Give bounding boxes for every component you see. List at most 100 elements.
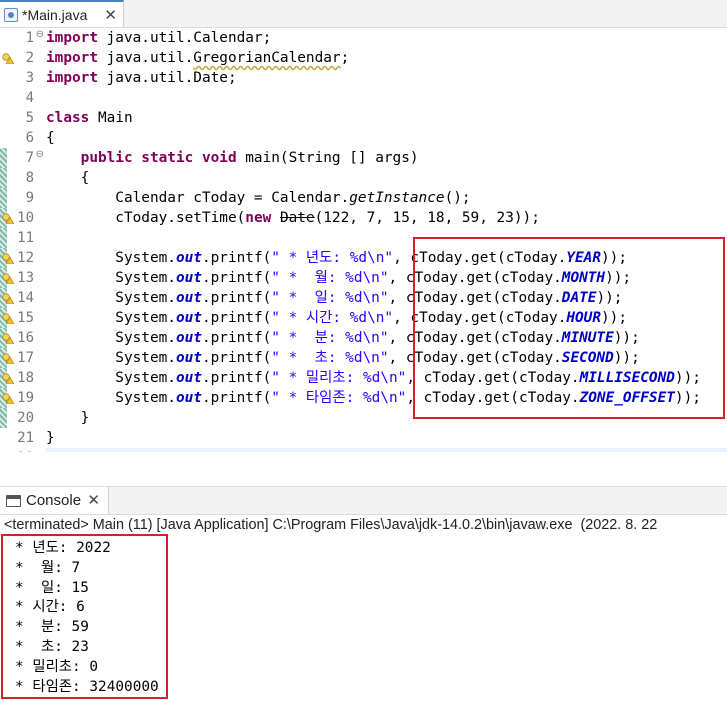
gutter-line: 19 [0, 388, 46, 408]
line-number: 9 [25, 190, 34, 206]
code-token: Calendar cToday = Calendar. [46, 190, 350, 206]
quick-diff-marker [0, 188, 7, 208]
code-token: System. [46, 270, 176, 286]
code-token: " * 년도: %d\n" [271, 250, 394, 266]
gutter-line: 12 [0, 248, 46, 268]
line-number: 10 [17, 210, 34, 226]
code-line[interactable]: } [46, 408, 90, 428]
code-line[interactable]: import java.util.Date; [46, 68, 237, 88]
line-number: 2 [25, 50, 34, 66]
warning-lightbulb-icon[interactable] [2, 273, 14, 284]
line-number: 17 [17, 350, 34, 366]
panel-divider [0, 452, 727, 486]
code-line[interactable]: { [46, 128, 55, 148]
code-token: out [175, 270, 202, 286]
gutter-line: 10 [0, 208, 46, 228]
line-number: 7 [25, 150, 34, 166]
code-token: out [175, 290, 202, 306]
code-token: " * 시간: %d\n" [271, 310, 394, 326]
warning-lightbulb-icon[interactable] [2, 313, 14, 324]
code-token: .printf( [201, 370, 272, 386]
gutter-line: 5 [0, 108, 46, 128]
code-token: import [46, 50, 98, 66]
gutter-line: 20 [0, 408, 46, 428]
code-line[interactable]: } [46, 428, 55, 448]
warning-lightbulb-icon[interactable] [2, 393, 14, 404]
code-token: System. [46, 370, 176, 386]
console-status-line: <terminated> Main (11) [Java Application… [4, 517, 658, 533]
line-number: 12 [17, 250, 34, 266]
code-token: { [46, 130, 55, 146]
code-token: { [46, 170, 90, 186]
code-token: out [175, 390, 202, 406]
warning-lightbulb-icon[interactable] [2, 353, 14, 364]
line-number: 15 [17, 310, 34, 326]
gutter-line: 2 [0, 48, 46, 68]
code-token: out [175, 310, 202, 326]
gutter-line: 11 [0, 228, 46, 248]
code-token: .printf( [201, 350, 272, 366]
line-number: 14 [17, 290, 34, 306]
warning-lightbulb-icon[interactable] [2, 333, 14, 344]
code-token: getInstance [349, 190, 445, 206]
line-number: 4 [25, 90, 34, 106]
line-number: 21 [17, 430, 34, 446]
code-token: (); [444, 190, 471, 206]
code-token: public static void [80, 150, 237, 166]
code-token: } [46, 430, 55, 446]
code-token: out [175, 250, 202, 266]
close-icon[interactable]: ✕ [87, 491, 100, 509]
code-line[interactable]: import java.util.GregorianCalendar; [46, 48, 349, 68]
warning-lightbulb-icon[interactable] [2, 213, 14, 224]
warning-lightbulb-icon[interactable] [2, 53, 14, 64]
code-token: .printf( [201, 250, 272, 266]
java-file-icon [4, 7, 18, 22]
editor-tab-main-java[interactable]: *Main.java ✕ [0, 0, 124, 27]
code-token: .printf( [201, 290, 272, 306]
warning-lightbulb-icon[interactable] [2, 293, 14, 304]
warning-lightbulb-icon[interactable] [2, 253, 14, 264]
code-token: System. [46, 390, 176, 406]
quick-diff-marker [0, 148, 7, 168]
console-icon [6, 494, 21, 507]
code-token: " * 월: %d\n" [271, 270, 389, 286]
code-token: out [175, 370, 202, 386]
code-token: .printf( [201, 390, 272, 406]
warning-lightbulb-icon[interactable] [2, 373, 14, 384]
line-number: 13 [17, 270, 34, 286]
code-token: System. [46, 290, 176, 306]
console-tab-bar: Console ✕ [0, 486, 727, 515]
close-icon[interactable]: ✕ [104, 6, 117, 24]
code-line[interactable]: { [46, 168, 90, 188]
code-highlight-box [413, 237, 725, 419]
gutter-line: 21 [0, 428, 46, 448]
code-token: " * 타임존: %d\n" [271, 390, 407, 406]
quick-diff-marker [0, 408, 7, 428]
gutter-line: 1 ⊖ [0, 28, 46, 48]
code-line[interactable]: public static void main(String [] args) [46, 148, 419, 168]
code-line[interactable]: class Main [46, 108, 133, 128]
code-token: java.util.Calendar; [97, 30, 272, 46]
gutter-line: 18 [0, 368, 46, 388]
quick-diff-marker [0, 168, 7, 188]
code-line[interactable]: Calendar cToday = Calendar.getInstance()… [46, 188, 471, 208]
code-token: " * 분: %d\n" [271, 330, 389, 346]
line-number: 16 [17, 330, 34, 346]
code-token: Date [279, 210, 315, 226]
code-token: class [46, 110, 90, 126]
quick-diff-marker [0, 228, 7, 248]
fold-toggle-icon[interactable]: ⊖ [36, 149, 44, 160]
line-number: 19 [17, 390, 34, 406]
line-number: 18 [17, 370, 34, 386]
code-token: .printf( [201, 270, 272, 286]
code-token: Main [89, 110, 133, 126]
code-line[interactable]: import java.util.Calendar; [46, 28, 271, 48]
gutter-line: 17 [0, 348, 46, 368]
console-tab[interactable]: Console ✕ [0, 487, 109, 514]
editor-tab-bar: *Main.java ✕ [0, 0, 727, 28]
code-line[interactable]: cToday.setTime(new Date(122, 7, 15, 18, … [46, 208, 540, 228]
fold-toggle-icon[interactable]: ⊖ [36, 29, 44, 40]
gutter-line: 4 [0, 88, 46, 108]
code-token: main(String [] args) [236, 150, 419, 166]
